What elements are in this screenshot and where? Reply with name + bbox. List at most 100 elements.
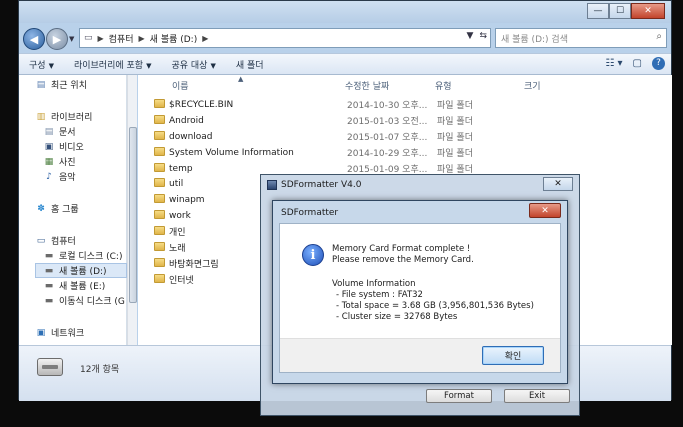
file-name: work [169, 210, 191, 221]
address-bar[interactable]: ▭ ▶ 컴퓨터 ▶ 새 볼륨 (D:) ▶ ▼ ⇆ [79, 28, 491, 48]
column-date-label: 수정한 날짜 [345, 81, 390, 92]
file-system-line: - File system : FAT32 [336, 290, 423, 300]
new-folder-button[interactable]: 새 폴더 [226, 58, 274, 71]
back-button[interactable]: ◀ [23, 28, 45, 50]
sidebar-item-drive-e[interactable]: ▬ 새 볼륨 (E:) [43, 278, 106, 293]
folder-icon [154, 242, 165, 251]
chevron-down-icon: ▼ [48, 61, 54, 70]
close-button[interactable]: ✕ [631, 3, 665, 19]
search-icon[interactable]: ⌕ [656, 31, 662, 42]
view-options-icon[interactable]: ☷ ▾ [605, 58, 622, 69]
folder-icon [154, 131, 165, 140]
column-type-label: 유형 [435, 81, 452, 92]
file-date: 2014-10-30 오후... [347, 101, 428, 112]
forward-button[interactable]: ▶ [46, 28, 68, 50]
video-icon: ▣ [44, 141, 54, 152]
format-button[interactable]: Format [426, 389, 492, 403]
message-line: Memory Card Format complete ! [332, 244, 471, 254]
sidebar-item-drive-d[interactable]: ▬ 새 볼륨 (D:) [35, 263, 127, 278]
sdformatter-title: SDFormatter V4.0 [281, 180, 362, 190]
cluster-size-line: - Cluster size = 32768 Bytes [336, 312, 458, 322]
sidebar-item-pictures[interactable]: ▦ 사진 [43, 154, 76, 169]
dialog-title: SDFormatter [281, 208, 339, 218]
folder-icon [154, 226, 165, 235]
sidebar-item-label: 음악 [59, 173, 76, 183]
refresh-icon[interactable]: ⇆ [479, 31, 487, 41]
recent-pages-dropdown[interactable]: ▼ [69, 35, 74, 43]
breadcrumb-separator-icon[interactable]: ▶ [139, 34, 145, 43]
sidebar-item-homegroup[interactable]: ✽ 홈 그룹 [35, 201, 78, 216]
minimize-button[interactable]: — [587, 3, 609, 19]
dialog-close-button[interactable]: ✕ [529, 203, 561, 218]
local-disk-icon: ▬ [44, 250, 54, 261]
include-in-library-menu[interactable]: 라이브러리에 포함 ▼ [64, 58, 162, 71]
folder-icon [154, 115, 165, 124]
file-name: util [169, 178, 184, 189]
message-line: Please remove the Memory Card. [332, 255, 474, 265]
format-complete-dialog: SDFormatter ✕ i Memory Card Format compl… [272, 200, 568, 384]
sidebar-item-removable-disk-g[interactable]: ▬ 이동식 디스크 (G [43, 293, 125, 308]
sidebar-item-label: 로컬 디스크 (C:) [59, 252, 123, 262]
drive-icon: ▬ [44, 280, 54, 291]
breadcrumb-computer[interactable]: 컴퓨터 [109, 32, 134, 45]
help-icon[interactable]: ? [652, 57, 665, 70]
sidebar-item-label: 새 볼륨 (E:) [59, 282, 106, 292]
sidebar-item-documents[interactable]: ▤ 문서 [43, 124, 76, 139]
sidebar-item-network[interactable]: ▣ 네트워크 [35, 325, 84, 340]
file-type: 파일 폴더 [437, 133, 473, 144]
column-size-label: 크기 [524, 81, 541, 92]
maximize-button[interactable]: ☐ [609, 3, 631, 19]
scrollbar-thumb[interactable] [129, 127, 137, 303]
sidebar-item-label: 컴퓨터 [51, 237, 76, 247]
column-name-label: 이름 [172, 81, 189, 92]
file-name: 인터넷 [169, 276, 194, 287]
folder-icon [154, 258, 165, 267]
sidebar-item-label: 최근 위치 [51, 81, 87, 91]
include-in-library-label: 라이브러리에 포함 [73, 60, 144, 71]
share-with-menu[interactable]: 공유 대상 ▼ [161, 58, 225, 71]
drive-icon: ▬ [44, 265, 54, 276]
recent-places-icon: ▤ [36, 79, 46, 90]
navigation-bar: ◀ ▶ ▼ ▭ ▶ 컴퓨터 ▶ 새 볼륨 (D:) ▶ ▼ ⇆ 새 볼륨 (D:… [19, 25, 671, 53]
sd-card-icon [267, 180, 277, 190]
computer-small-icon: ▭ [84, 33, 93, 43]
sidebar-item-local-disk-c[interactable]: ▬ 로컬 디스크 (C:) [43, 248, 123, 263]
folder-icon [154, 274, 165, 283]
folder-icon [154, 194, 165, 203]
breadcrumb-drive-d[interactable]: 새 볼륨 (D:) [150, 32, 198, 45]
sidebar-item-videos[interactable]: ▣ 비디오 [43, 139, 84, 154]
address-dropdown-icon[interactable]: ▼ [467, 31, 474, 41]
file-date: 2014-10-29 오후... [347, 149, 428, 160]
sdformatter-close-button[interactable]: ✕ [543, 177, 573, 191]
navigation-pane-scrollbar[interactable] [127, 75, 137, 345]
chevron-down-icon: ▼ [210, 61, 216, 70]
preview-pane-icon[interactable]: ▢ [633, 58, 642, 69]
file-row[interactable]: download 2015-01-07 오후... 파일 폴더 [138, 129, 538, 145]
sidebar-item-libraries[interactable]: ▥ 라이브러리 [35, 109, 93, 124]
sidebar-item-computer[interactable]: ▭ 컴퓨터 [35, 233, 76, 248]
title-bar[interactable]: — ☐ ✕ [19, 1, 671, 23]
breadcrumb-separator-icon[interactable]: ▶ [202, 34, 208, 43]
exit-button[interactable]: Exit [504, 389, 570, 403]
file-row[interactable]: $RECYCLE.BIN 2014-10-30 오후... 파일 폴더 [138, 97, 538, 113]
sidebar-item-label: 이동식 디스크 (G [59, 297, 125, 307]
column-header-size[interactable]: 크기 [524, 75, 541, 95]
sidebar-item-recent-places[interactable]: ▤ 최근 위치 [35, 77, 87, 92]
navigation-pane: ▤ 최근 위치 ▥ 라이브러리 ▤ 문서 ▣ 비디오 ▦ 사진 ♪ 음악 ✽ 홈 그룹 ▭ 컴퓨… [19, 75, 127, 345]
column-header-name[interactable]: 이름 [172, 75, 189, 95]
sidebar-item-music[interactable]: ♪ 음악 [43, 169, 76, 184]
column-header-date[interactable]: 수정한 날짜 [345, 75, 389, 95]
breadcrumb-separator-icon[interactable]: ▶ [98, 34, 104, 43]
file-name: temp [169, 163, 193, 174]
file-name: 바탕화면그림 [169, 260, 219, 271]
search-input[interactable]: 새 볼륨 (D:) 검색 ⌕ [495, 28, 667, 48]
file-row[interactable]: System Volume Information 2014-10-29 오후..… [138, 145, 538, 161]
music-icon: ♪ [46, 171, 52, 182]
column-header-type[interactable]: 유형 [435, 75, 452, 95]
removable-disk-icon: ▬ [44, 295, 54, 306]
file-name: 노래 [169, 244, 186, 255]
organize-menu[interactable]: 구성 ▼ [19, 58, 64, 71]
file-row[interactable]: Android 2015-01-03 오전... 파일 폴더 [138, 113, 538, 129]
ok-button[interactable]: 확인 [482, 346, 544, 365]
arrow-right-icon: ▶ [52, 32, 62, 46]
